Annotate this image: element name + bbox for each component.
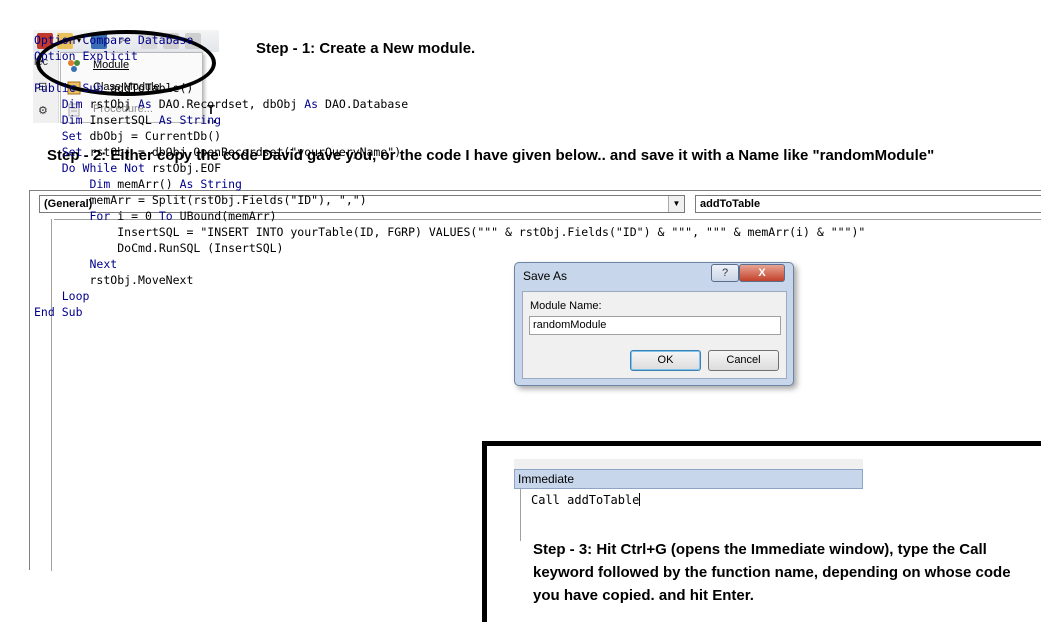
immediate-title: Immediate: [514, 469, 863, 489]
code-line[interactable]: Do While Not rstObj.EOF: [34, 160, 865, 176]
code-line[interactable]: Option Compare Database: [34, 32, 865, 48]
help-button[interactable]: ?: [711, 264, 739, 282]
code-line[interactable]: DoCmd.RunSQL (InsertSQL): [34, 240, 865, 256]
code-line[interactable]: Option Explicit: [34, 48, 865, 64]
code-line[interactable]: memArr = Split(rstObj.Fields("ID"), ","): [34, 192, 865, 208]
code-line[interactable]: Set rstObj = dbObj.OpenRecordset("yourQu…: [34, 144, 865, 160]
immediate-window: Immediate Call addToTable: [514, 459, 863, 541]
save-as-dialog: Save As ? X Module Name: randomModule OK…: [514, 262, 794, 386]
immediate-line[interactable]: Call addToTable: [531, 493, 641, 507]
immediate-editor[interactable]: Call addToTable: [520, 489, 863, 541]
ok-button[interactable]: OK: [630, 350, 701, 371]
toolbar-strip: [514, 459, 863, 469]
dialog-title: Save As: [523, 269, 568, 283]
cancel-button[interactable]: Cancel: [708, 350, 779, 371]
step3-caption: Step - 3: Hit Ctrl+G (opens the Immediat…: [533, 541, 1011, 604]
code-line[interactable]: Public Sub addToTable(): [34, 80, 865, 96]
code-line[interactable]: Dim memArr() As String: [34, 176, 865, 192]
immediate-command: Call addToTable: [531, 493, 640, 507]
module-name-input[interactable]: randomModule: [529, 316, 781, 335]
code-line[interactable]: For i = 0 To UBound(memArr): [34, 208, 865, 224]
code-line[interactable]: [34, 64, 865, 80]
close-button[interactable]: X: [739, 264, 785, 282]
code-line[interactable]: Set dbObj = CurrentDb(): [34, 128, 865, 144]
module-name-label: Module Name:: [530, 300, 602, 312]
dialog-body: Module Name: randomModule OK Cancel: [522, 291, 787, 379]
code-line[interactable]: Dim InsertSQL As String: [34, 112, 865, 128]
code-line[interactable]: InsertSQL = "INSERT INTO yourTable(ID, F…: [34, 224, 865, 240]
text-caret: [639, 493, 641, 506]
code-line[interactable]: Dim rstObj As DAO.Recordset, dbObj As DA…: [34, 96, 865, 112]
